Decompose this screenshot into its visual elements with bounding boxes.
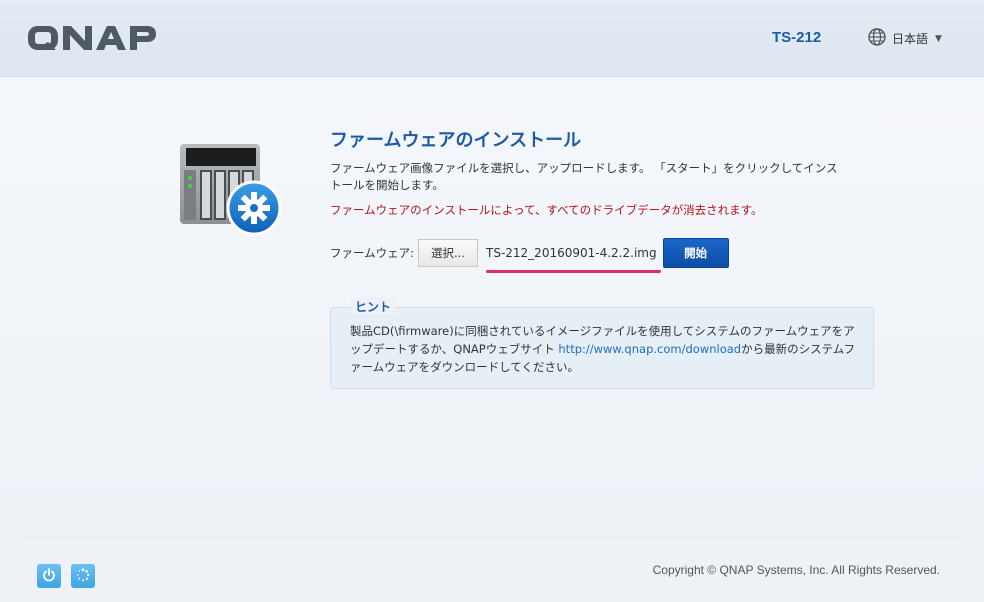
hint-text-part3: から最新のシ [741, 342, 811, 356]
selected-file: TS-212_20160901-4.2.2.img [484, 239, 661, 273]
page-description: ファームウェア画像ファイルを選択し、アップロードします。 「スタート」をクリック… [330, 160, 876, 194]
power-button[interactable] [37, 564, 61, 588]
restart-button[interactable] [71, 564, 95, 588]
description-line-2: トールを開始します。 [330, 178, 444, 192]
install-panel: ファームウェアのインストール ファームウェア画像ファイルを選択し、アップロードし… [330, 126, 876, 218]
chevron-down-icon: ▼ [935, 33, 942, 44]
highlight-underline [486, 270, 661, 273]
browse-button[interactable]: 選択... [418, 239, 478, 267]
language-selector[interactable]: 日本語 ▼ [868, 28, 942, 49]
hint-text-part1: 製品CD(\firmware)に同梱されているイメージファイルを使用してシステム… [350, 324, 832, 338]
firmware-row: ファームウェア: 選択... TS-212_20160901-4.2.2.img… [330, 238, 729, 273]
qnap-logo [26, 25, 160, 55]
description-line-1: ファームウェア画像ファイルを選択し、アップロードします。 「スタート」をクリック… [330, 161, 838, 175]
loading-icon [76, 567, 90, 586]
warning-text: ファームウェアのインストールによって、すべてのドライブデータが消去されます。 [330, 203, 763, 217]
download-link[interactable]: http://www.qnap.com/download [558, 342, 741, 356]
language-label: 日本語 [892, 32, 929, 46]
power-icon [42, 567, 56, 586]
selected-file-name: TS-212_20160901-4.2.2.img [486, 246, 657, 260]
header-bar: TS-212 日本語 ▼ [0, 0, 984, 77]
page-title: ファームウェアのインストール [330, 130, 582, 151]
nas-device-icon [176, 140, 284, 244]
hint-text: 製品CD(\firmware)に同梱されているイメージファイルを使用してシステム… [350, 322, 860, 376]
start-button[interactable]: 開始 [662, 238, 729, 268]
model-name: TS-212 [772, 29, 822, 46]
footer-divider [26, 537, 958, 538]
firmware-label: ファームウェア: [330, 246, 415, 260]
globe-icon [868, 28, 886, 49]
copyright-text: Copyright © QNAP Systems, Inc. All Right… [652, 563, 940, 577]
hint-title: ヒント [351, 298, 396, 315]
